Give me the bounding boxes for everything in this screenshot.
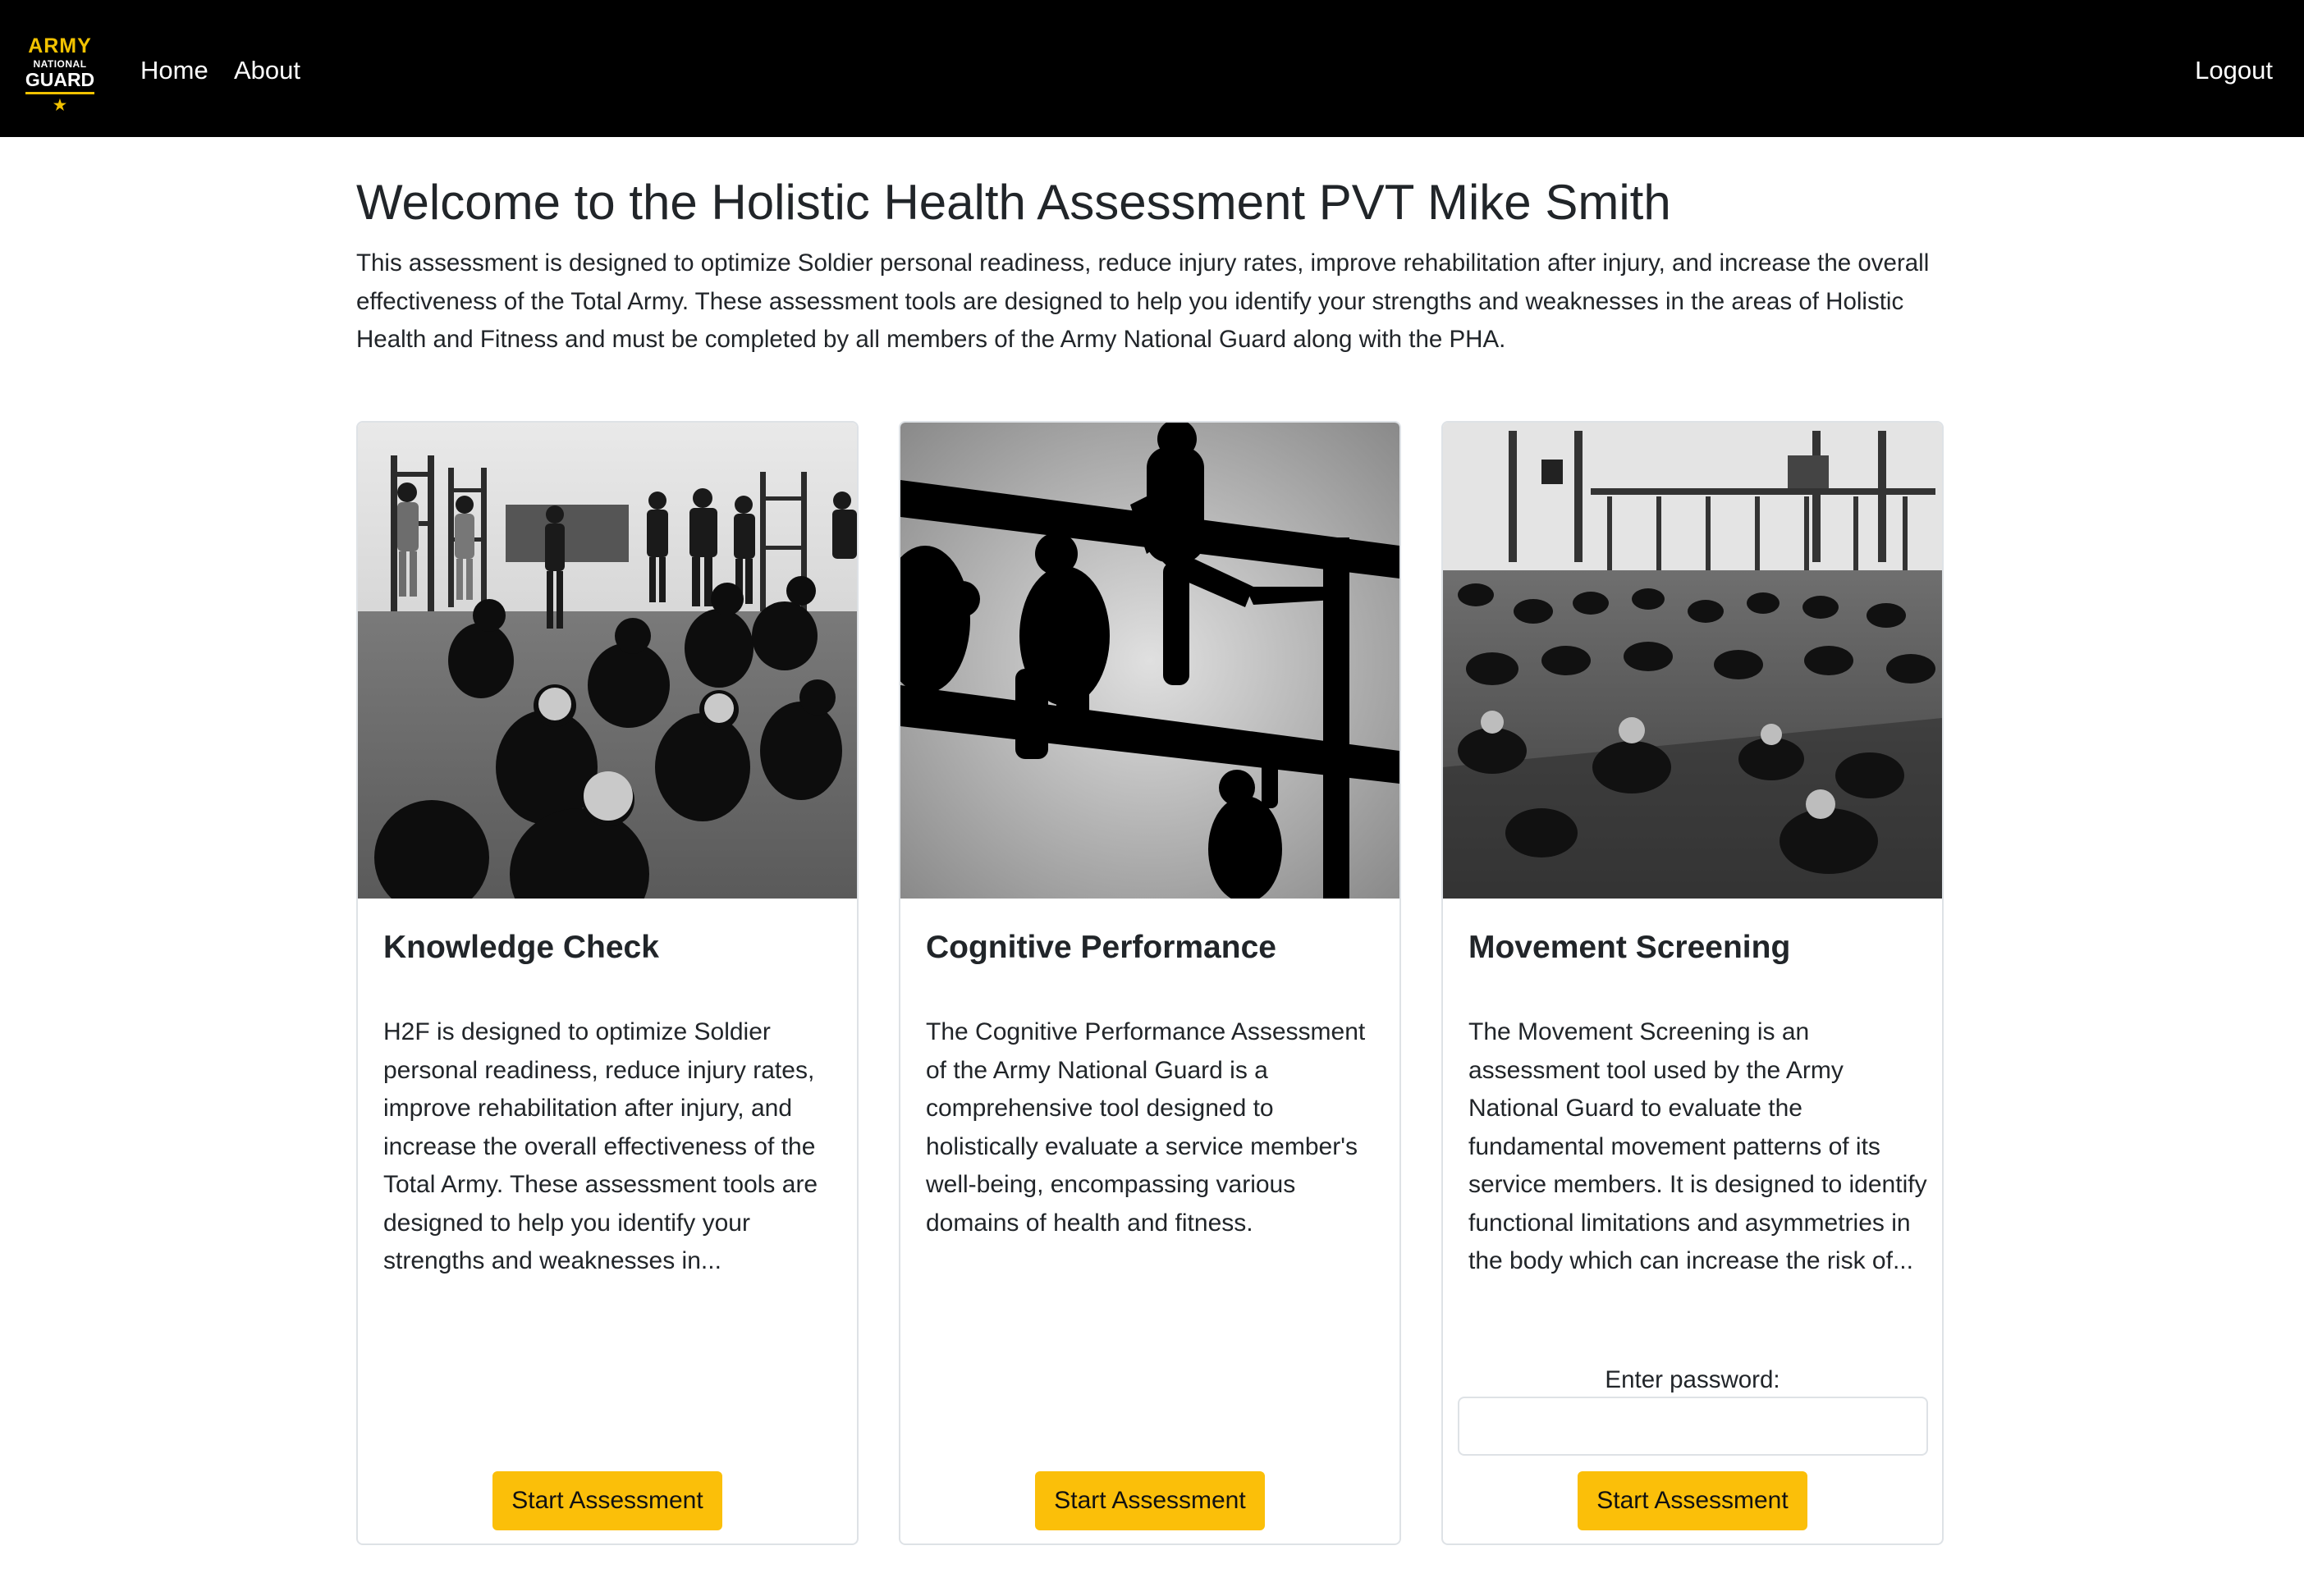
password-input[interactable] bbox=[1458, 1397, 1928, 1456]
army-national-guard-logo[interactable]: ARMY NATIONAL GUARD ★ bbox=[25, 34, 95, 112]
logo-army-text: ARMY bbox=[28, 34, 92, 57]
knowledge-check-card: Knowledge Check H2F is designed to optim… bbox=[356, 421, 859, 1545]
obstacle-climb-silhouette-photo bbox=[900, 423, 1399, 899]
start-assessment-button[interactable]: Start Assessment bbox=[492, 1471, 722, 1530]
password-label: Enter password: bbox=[1605, 1366, 1780, 1393]
start-assessment-button[interactable]: Start Assessment bbox=[1035, 1471, 1265, 1530]
card-description: The Cognitive Performance Assessment of … bbox=[926, 1018, 1366, 1237]
page-title: Welcome to the Holistic Health Assessmen… bbox=[356, 175, 1671, 230]
card-title: Movement Screening bbox=[1468, 930, 1791, 965]
logo-national-text: NATIONAL bbox=[33, 58, 87, 70]
cognitive-performance-card: Cognitive Performance The Cognitive Perf… bbox=[899, 421, 1401, 1545]
card-title: Cognitive Performance bbox=[926, 930, 1276, 965]
logo-guard-text: GUARD bbox=[25, 71, 95, 94]
gym-stretching-class-photo bbox=[1443, 423, 1942, 899]
card-description: H2F is designed to optimize Soldier pers… bbox=[383, 1018, 818, 1274]
nav-home-link[interactable]: Home bbox=[140, 51, 208, 90]
card-description: The Movement Screening is an assessment … bbox=[1468, 1018, 1927, 1274]
card-title: Knowledge Check bbox=[383, 930, 659, 965]
group-briefing-photo bbox=[358, 423, 857, 899]
movement-screening-card: Movement Screening The Movement Screenin… bbox=[1441, 421, 1944, 1545]
nav-about-link[interactable]: About bbox=[234, 51, 300, 90]
logout-link[interactable]: Logout bbox=[2195, 51, 2273, 90]
top-navbar: ARMY NATIONAL GUARD ★ Home About Logout bbox=[0, 0, 2304, 137]
start-assessment-button[interactable]: Start Assessment bbox=[1578, 1471, 1807, 1530]
star-icon: ★ bbox=[53, 97, 67, 113]
intro-paragraph: This assessment is designed to optimize … bbox=[356, 249, 1930, 353]
